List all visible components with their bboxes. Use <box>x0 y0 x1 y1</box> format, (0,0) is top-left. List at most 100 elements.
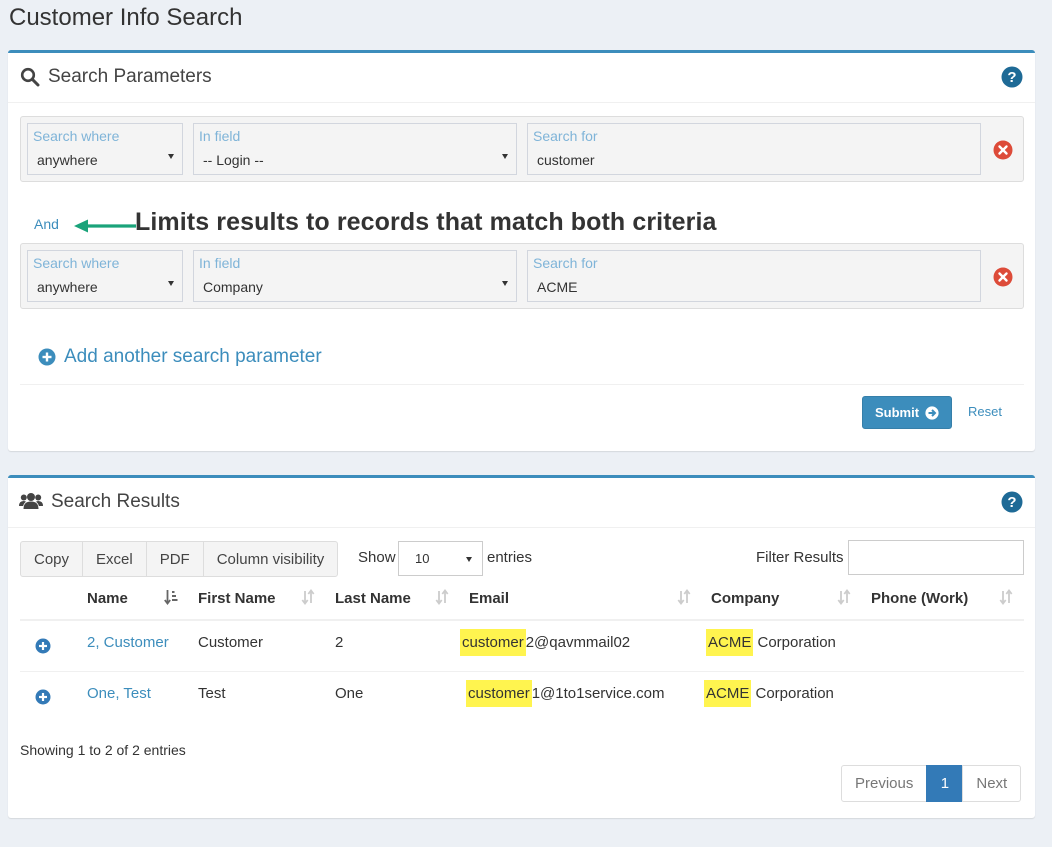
svg-text:?: ? <box>1007 494 1016 511</box>
email-cell: customer 1@1to1service.com <box>466 680 665 707</box>
company-cell: ACME Corporation <box>704 680 834 707</box>
help-icon[interactable]: ? <box>1001 491 1023 513</box>
search-highlight: customer <box>466 680 532 707</box>
panel-title: Search Results <box>51 491 180 512</box>
search-parameter-row: Search where anywhere In field Company S… <box>20 243 1024 309</box>
search-results-panel: Search Results ? Copy Excel PDF Column v… <box>8 475 1035 818</box>
search-for-input[interactable]: Search for ACME <box>527 250 981 302</box>
search-parameter-row: Search where anywhere In field -- Login … <box>20 116 1024 182</box>
sort-ascending-icon[interactable] <box>164 588 178 606</box>
submit-button[interactable]: Submit <box>862 396 952 429</box>
first-name-cell: Test <box>198 685 226 702</box>
table-header-divider <box>20 619 1024 621</box>
next-page-button[interactable]: Next <box>962 765 1022 802</box>
chevron-down-icon <box>466 557 472 562</box>
customer-name-link[interactable]: 2, Customer <box>87 634 169 651</box>
expand-row-icon[interactable] <box>35 689 51 705</box>
entries-label: entries <box>487 549 533 566</box>
panel-header: Search Parameters ? <box>8 53 1035 103</box>
filter-label: Filter Results <box>756 549 844 566</box>
last-name-cell: One <box>335 685 364 702</box>
search-for-label: Search for <box>533 255 598 271</box>
search-where-label: Search where <box>33 255 120 271</box>
copy-button[interactable]: Copy <box>20 541 84 577</box>
in-field-value: -- Login -- <box>203 152 264 168</box>
add-search-parameter-label: Add another search parameter <box>64 346 322 367</box>
pagination: Previous 1 Next <box>841 765 1022 802</box>
in-field-value: Company <box>203 279 263 295</box>
previous-page-button[interactable]: Previous <box>841 765 928 802</box>
panel-title: Search Parameters <box>48 66 212 87</box>
column-header-last-name[interactable]: Last Name <box>335 590 411 607</box>
sort-icon[interactable] <box>435 588 449 606</box>
annotation-text: Limits results to records that match bot… <box>135 208 717 236</box>
page-title: Customer Info Search <box>9 4 243 31</box>
search-where-value: anywhere <box>37 152 98 168</box>
company-rest: Corporation <box>753 634 836 651</box>
submit-label: Submit <box>874 405 920 420</box>
customer-name-link[interactable]: One, Test <box>87 685 151 702</box>
plus-circle-icon <box>38 348 56 366</box>
sort-icon[interactable] <box>999 588 1013 606</box>
arrow-circle-right-icon <box>925 405 939 420</box>
company-rest: Corporation <box>751 685 834 702</box>
search-parameters-panel: Search Parameters ? Search where anywher… <box>8 50 1035 451</box>
column-header-first-name[interactable]: First Name <box>198 590 276 607</box>
search-where-label: Search where <box>33 128 120 144</box>
remove-parameter-icon[interactable] <box>993 267 1013 287</box>
search-where-select[interactable]: Search where anywhere <box>27 123 183 175</box>
column-header-name[interactable]: Name <box>87 590 128 607</box>
chevron-down-icon <box>168 154 174 159</box>
and-operator-link[interactable]: And <box>34 216 59 232</box>
search-where-value: anywhere <box>37 279 98 295</box>
column-header-company[interactable]: Company <box>711 590 779 607</box>
column-header-email[interactable]: Email <box>469 590 509 607</box>
row-divider <box>20 671 1024 672</box>
sort-icon[interactable] <box>301 588 315 606</box>
in-field-select[interactable]: In field Company <box>193 250 517 302</box>
first-name-cell: Customer <box>198 634 264 651</box>
chevron-down-icon <box>502 154 508 159</box>
reset-link[interactable]: Reset <box>968 404 1002 419</box>
search-where-select[interactable]: Search where anywhere <box>27 250 183 302</box>
chevron-down-icon <box>502 281 508 286</box>
search-icon <box>20 67 40 87</box>
email-rest: 1@1to1service.com <box>531 685 665 702</box>
table-info: Showing 1 to 2 of 2 entries <box>20 742 186 758</box>
help-icon[interactable]: ? <box>1001 66 1023 88</box>
users-icon <box>19 493 43 509</box>
search-highlight: ACME <box>704 680 752 707</box>
email-cell: customer 2@qavmmail02 <box>460 629 630 656</box>
page-button-current[interactable]: 1 <box>926 765 964 802</box>
excel-button[interactable]: Excel <box>82 541 147 577</box>
export-button-group: Copy Excel PDF Column visibility <box>20 541 339 577</box>
in-field-label: In field <box>199 128 241 144</box>
page-length-select[interactable]: 10 <box>398 541 483 576</box>
pdf-button[interactable]: PDF <box>145 541 204 577</box>
search-for-input[interactable]: Search for customer <box>527 123 981 175</box>
column-header-phone-work[interactable]: Phone (Work) <box>871 590 968 607</box>
svg-text:?: ? <box>1007 69 1016 86</box>
search-for-label: Search for <box>533 128 598 144</box>
page-length-value: 10 <box>415 551 430 566</box>
in-field-select[interactable]: In field -- Login -- <box>193 123 517 175</box>
chevron-down-icon <box>168 281 174 286</box>
panel-header: Search Results ? <box>8 478 1035 528</box>
search-highlight: ACME <box>706 629 754 656</box>
search-for-value: ACME <box>537 279 578 295</box>
in-field-label: In field <box>199 255 241 271</box>
expand-row-icon[interactable] <box>35 638 51 654</box>
sort-icon[interactable] <box>677 588 691 606</box>
add-search-parameter-link[interactable]: Add another search parameter <box>38 346 322 368</box>
filter-results-input[interactable] <box>848 540 1024 575</box>
last-name-cell: 2 <box>335 634 344 651</box>
search-for-value: customer <box>537 152 595 168</box>
sort-icon[interactable] <box>837 588 851 606</box>
divider <box>20 384 1024 385</box>
search-highlight: customer <box>460 629 526 656</box>
column-visibility-button[interactable]: Column visibility <box>202 541 339 577</box>
company-cell: ACME Corporation <box>706 629 836 656</box>
remove-parameter-icon[interactable] <box>993 140 1013 160</box>
annotation-arrow-icon <box>74 219 136 233</box>
show-label: Show <box>358 549 396 566</box>
